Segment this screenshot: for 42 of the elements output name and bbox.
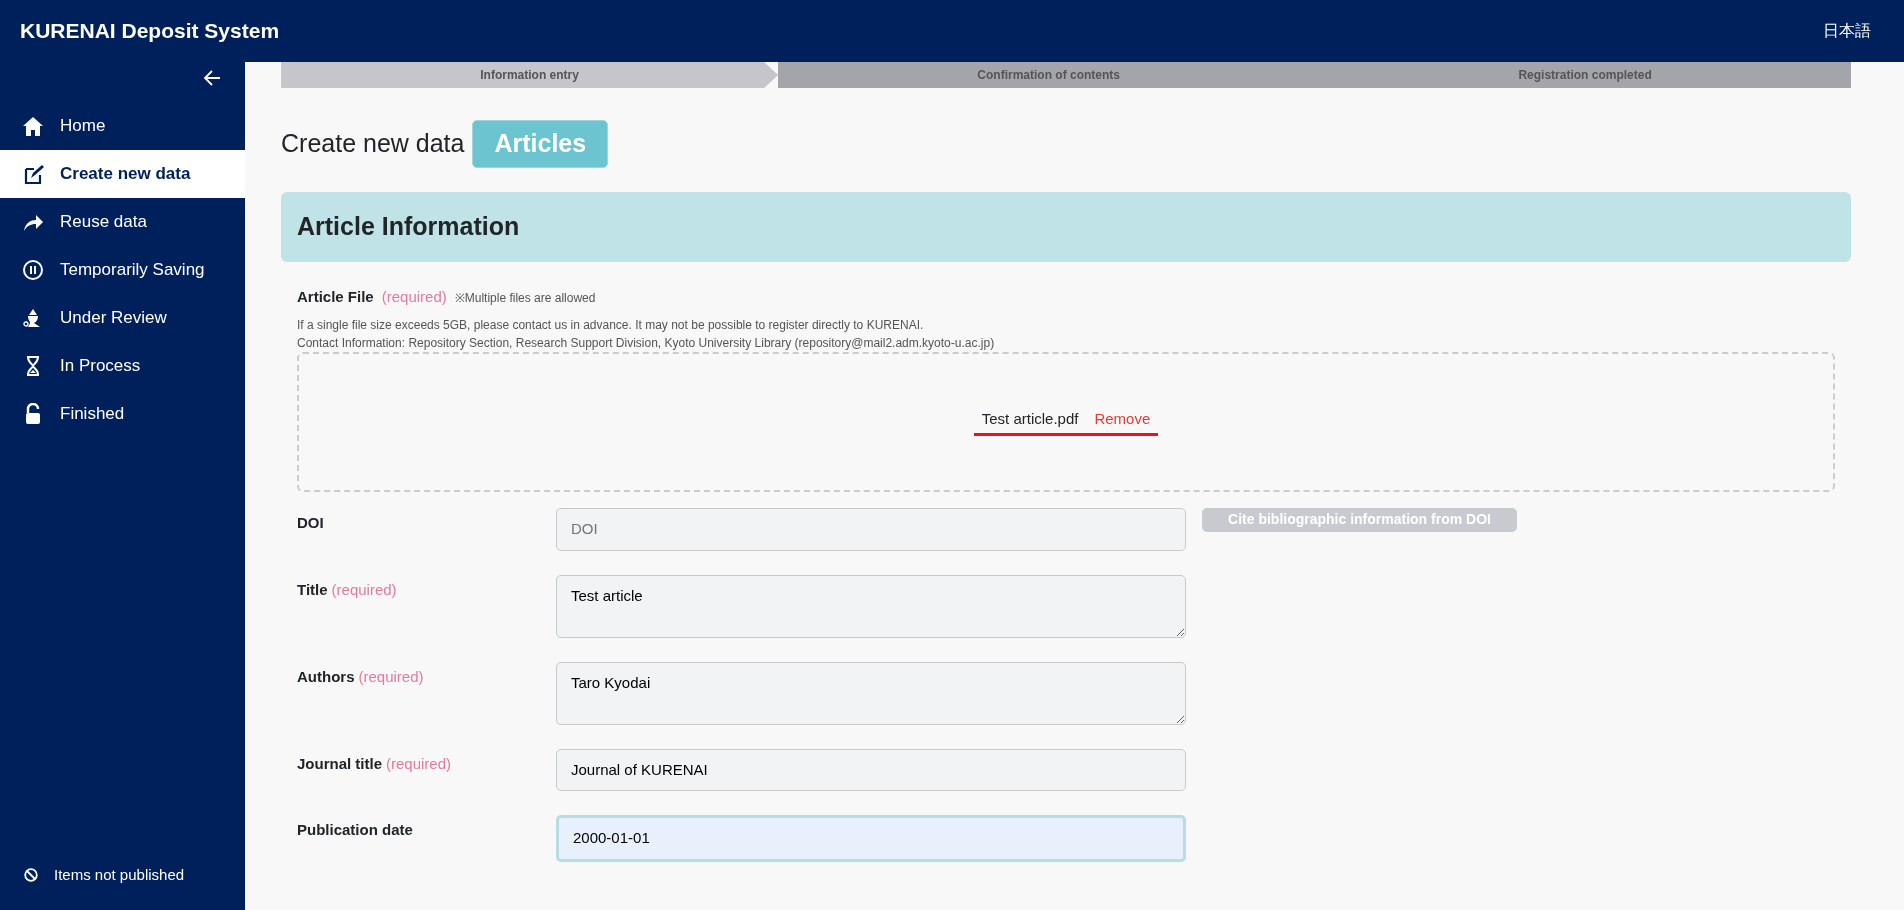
edit-icon [22,163,44,185]
items-not-published-link[interactable]: Items not published [54,863,185,886]
file-name: Test article.pdf [981,409,1079,430]
field-label: Authors [297,666,355,687]
sidebar-item[interactable]: Finished [0,390,245,438]
file-drop-zone[interactable]: Test article.pdf Remove [297,352,1835,492]
sidebar-item[interactable]: In Process [0,342,245,390]
sidebar-item[interactable]: Reuse data [0,198,245,246]
info-text: If a single file size exceeds 5GB, please contact us in advance. It may not be possible to register directly to KURENAI. [297,317,925,334]
sidebar-item[interactable]: Home [0,102,245,150]
remove-link[interactable]: Remove [1094,408,1151,431]
sidebar-item[interactable]: Create new data [0,150,245,198]
page-title: Create new data [281,128,465,159]
progress-step: Confirmation of contents [778,62,1320,88]
text-area[interactable]: Taro Kyodai [556,661,1186,725]
pause-icon [22,259,44,281]
required-label: (required) [331,579,397,600]
field-label: Article File [297,286,374,307]
sidebar-item[interactable]: Under Review [0,294,245,342]
required-label: (required) [358,666,424,687]
text-field[interactable]: 2000-01-01 [556,815,1186,862]
sidebar-item[interactable]: Temporarily Saving [0,246,245,294]
section-header: Article Information [281,191,1851,262]
app-title: KURENAI Deposit System [19,18,280,45]
prohibited-icon [24,867,38,882]
info-text: Contact Information: Repository Section, Research Support Division, Kyoto University Library (repository@mail2.adm.kyoto-u.ac.jp) [297,335,996,352]
language-link[interactable]: 日本語 [1822,18,1872,44]
hint-text: ※Multiple files are allowed [454,289,596,307]
type-badge: Articles [472,120,609,168]
required-label: (required) [386,753,452,774]
text-area[interactable]: Test article [556,574,1186,638]
home-icon [22,115,44,137]
field-label: Journal title [297,753,382,774]
field-label: Publication date [297,820,413,840]
progress-step: Information entry [281,62,779,88]
back-arrow-icon[interactable] [203,70,221,86]
progress-step: Registration completed [1319,62,1851,88]
text-field[interactable]: DOI [556,508,1186,551]
required-label: (required) [381,286,447,307]
text-field[interactable]: Journal of KURENAI [556,748,1186,791]
field-label: DOI [297,513,324,533]
field-label: Title [297,579,328,600]
